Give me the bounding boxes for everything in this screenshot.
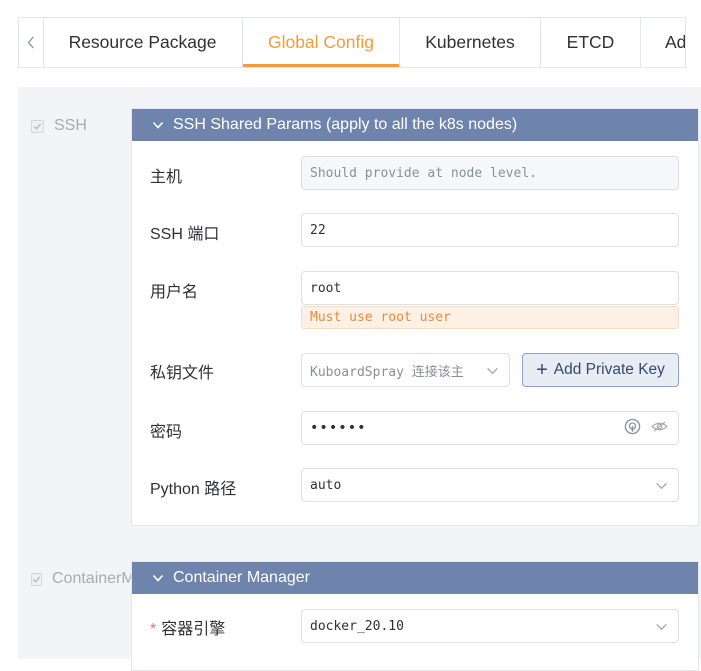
ssh-port-input[interactable]: 22 — [301, 213, 679, 247]
tab-resource-package[interactable]: Resource Package — [43, 18, 243, 67]
checkbox-checked-icon — [31, 119, 44, 133]
container-section-toggle[interactable]: ContainerM — [31, 570, 131, 588]
tab-divider — [18, 67, 686, 68]
host-input[interactable]: Should provide at node level. — [301, 156, 679, 190]
chevron-down-icon — [656, 482, 667, 489]
tab-bar: Resource Package Global Config Kubernete… — [18, 17, 686, 67]
chevron-down-icon — [487, 367, 498, 374]
username-warning: Must use root user — [301, 306, 679, 329]
required-mark: * — [150, 621, 157, 638]
private-key-label: 私钥文件 — [150, 365, 215, 382]
ssh-panel-header[interactable]: SSH Shared Params (apply to all the k8s … — [132, 109, 698, 141]
username-input[interactable]: root — [301, 271, 679, 305]
username-label: 用户名 — [150, 284, 199, 301]
container-manager-panel: Container Manager * 容器引擎 docker_20.10 — [131, 561, 699, 671]
tab-etcd[interactable]: ETCD — [541, 18, 641, 67]
tab-addons[interactable]: Ad — [641, 18, 685, 67]
ssh-params-panel: SSH Shared Params (apply to all the k8s … — [131, 108, 699, 526]
chevron-left-icon[interactable] — [19, 18, 44, 67]
ssh-port-label: SSH 端口 — [150, 226, 220, 243]
password-manager-icon[interactable] — [624, 418, 641, 439]
tab-global-config[interactable]: Global Config — [243, 18, 400, 67]
private-key-select[interactable]: KuboardSpray 连接该主 — [301, 353, 510, 387]
python-path-select[interactable]: auto — [301, 468, 679, 502]
ssh-section-toggle[interactable]: SSH — [31, 117, 87, 135]
container-engine-label: * 容器引擎 — [150, 621, 226, 638]
python-path-label: Python 路径 — [150, 481, 237, 498]
container-engine-select[interactable]: docker_20.10 — [301, 609, 679, 643]
chevron-down-icon — [152, 574, 164, 582]
host-label: 主机 — [150, 169, 183, 186]
password-label: 密码 — [150, 424, 183, 441]
add-private-key-button[interactable]: + Add Private Key — [522, 353, 679, 387]
chevron-down-icon — [656, 623, 667, 630]
config-content: SSH SSH Shared Params (apply to all the … — [18, 87, 701, 671]
plus-icon: + — [536, 359, 548, 381]
chevron-down-icon — [152, 121, 164, 129]
password-input[interactable]: •••••• — [301, 411, 679, 445]
eye-hidden-icon[interactable] — [651, 420, 668, 437]
checkbox-checked-icon — [31, 572, 42, 586]
container-panel-header[interactable]: Container Manager — [132, 562, 698, 594]
tab-kubernetes[interactable]: Kubernetes — [400, 18, 541, 67]
